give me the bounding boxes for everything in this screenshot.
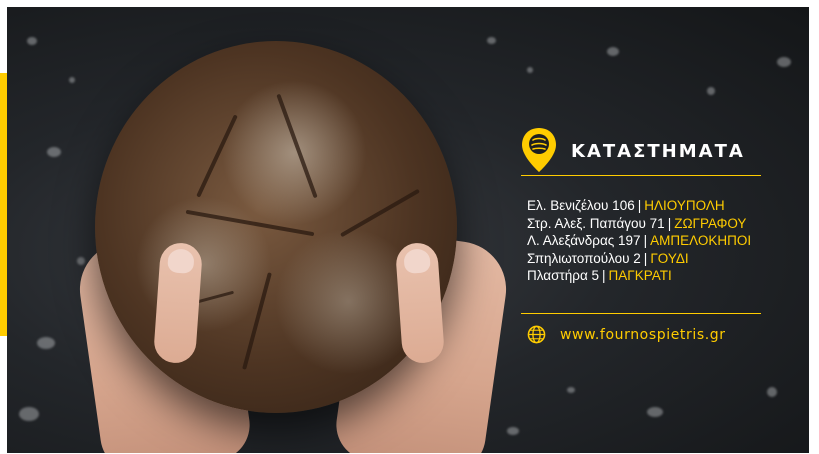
store-separator: | <box>667 215 672 231</box>
store-info-block: ΚΑΤΑΣΤΗΜΑΤΑ Ελ. Βενιζέλου 106 | ΗΛΙΟΥΠΟΛΗ … <box>521 127 781 344</box>
bread-crack <box>196 114 238 198</box>
stores-heading: ΚΑΤΑΣΤΗΜΑΤΑ <box>571 140 745 162</box>
store-area: ΑΜΠΕΛΟΚΗΠΟΙ <box>650 233 752 248</box>
heading-row: ΚΑΤΑΣΤΗΜΑΤΑ <box>521 127 781 173</box>
store-separator: | <box>602 268 606 283</box>
store-row: Στρ. Αλεξ. Παπάγου 71 | ΖΩΓΡΑΦΟΥ <box>527 215 751 233</box>
bread-loaf <box>95 41 457 413</box>
website-link[interactable]: www.fournospietris.gr <box>560 327 726 343</box>
flour-speck <box>777 57 791 67</box>
bread-crack <box>185 209 315 237</box>
flour-speck <box>767 387 777 397</box>
flour-speck <box>567 387 575 393</box>
bread-crack <box>242 272 272 370</box>
store-row: Πλαστήρα 5 | ΠΑΓΚΡΑΤΙ <box>527 267 751 285</box>
left-thumb <box>152 241 204 365</box>
flour-speck <box>77 257 85 265</box>
store-area: ΠΑΓΚΡΑΤΙ <box>608 268 672 283</box>
flour-speck <box>69 77 75 83</box>
store-area: ΗΛΙΟΥΠΟΛΗ <box>644 198 725 213</box>
thumb-nail <box>403 248 431 274</box>
store-address: Στρ. Αλεξ. Παπάγου 71 <box>527 215 665 231</box>
bread-crack <box>276 93 318 199</box>
thumb-nail <box>167 248 195 274</box>
flour-speck <box>507 427 519 435</box>
website-row[interactable]: www.fournospietris.gr <box>527 325 726 344</box>
bread-crack <box>340 188 420 238</box>
store-separator: | <box>643 250 648 266</box>
store-address: Λ. Αλεξάνδρας 197 <box>527 233 641 248</box>
right-thumb <box>394 241 446 365</box>
location-pin-icon <box>522 128 556 172</box>
store-row: Ελ. Βενιζέλου 106 | ΗΛΙΟΥΠΟΛΗ <box>527 197 751 215</box>
flour-speck <box>19 407 39 421</box>
store-row: Σπηλιωτοπούλου 2 | ΓΟΥΔΙ <box>527 250 751 268</box>
store-separator: | <box>637 198 642 213</box>
store-address: Σπηλιωτοπούλου 2 <box>527 250 641 266</box>
flour-speck <box>647 407 663 417</box>
bottom-divider <box>521 313 761 314</box>
store-list: Ελ. Βενιζέλου 106 | ΗΛΙΟΥΠΟΛΗ Στρ. Αλεξ. Π… <box>527 197 751 285</box>
store-area: ΖΩΓΡΑΦΟΥ <box>674 215 747 231</box>
store-row: Λ. Αλεξάνδρας 197 | ΑΜΠΕΛΟΚΗΠΟΙ <box>527 232 751 250</box>
top-divider <box>521 175 761 176</box>
store-banner: ΚΑΤΑΣΤΗΜΑΤΑ Ελ. Βενιζέλου 106 | ΗΛΙΟΥΠΟΛΗ … <box>7 7 809 453</box>
store-area: ΓΟΥΔΙ <box>650 250 689 266</box>
flour-speck <box>487 37 496 44</box>
flour-speck <box>707 87 715 95</box>
flour-speck <box>527 67 533 73</box>
flour-speck <box>27 37 37 45</box>
flour-speck <box>47 147 61 157</box>
flour-speck <box>37 337 55 349</box>
store-address: Ελ. Βενιζέλου 106 <box>527 198 635 213</box>
globe-icon <box>527 325 546 344</box>
flour-speck <box>607 47 619 56</box>
store-address: Πλαστήρα 5 <box>527 268 600 283</box>
store-separator: | <box>643 233 648 248</box>
